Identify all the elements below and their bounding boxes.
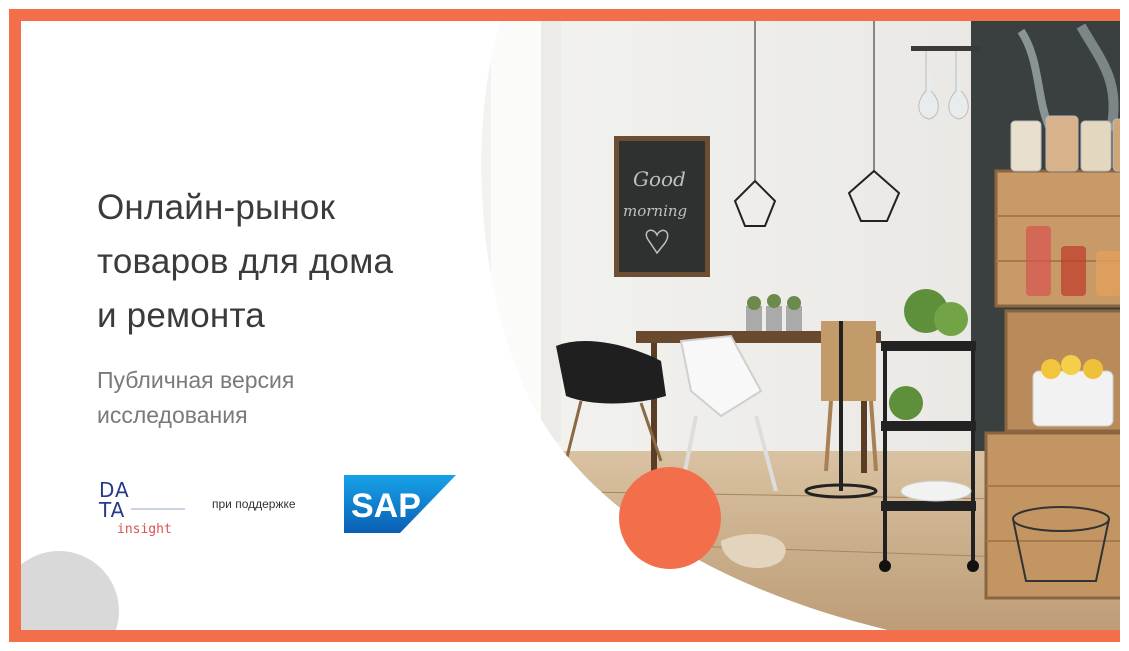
subtitle-line: Публичная версия: [97, 367, 295, 393]
title-slide: Good morning Онлайн-рынок товаров для до…: [9, 9, 1120, 642]
svg-text:Good: Good: [633, 167, 686, 191]
title-line: и ремонта: [97, 296, 265, 335]
sap-logo: SAP ®: [344, 475, 456, 533]
logo-row: DA TA insight при поддержке SAP ®: [97, 467, 497, 547]
svg-text:SAP: SAP: [351, 487, 421, 525]
data-insight-logo: DA TA insight: [98, 478, 185, 537]
orange-accent-circle: [619, 467, 721, 569]
title-line: Онлайн-рынок: [97, 188, 336, 227]
title-line: товаров для дома: [97, 242, 394, 281]
svg-text:TA: TA: [98, 498, 125, 522]
subtitle-line: исследования: [97, 402, 248, 428]
slide-title: Онлайн-рынок товаров для дома и ремонта: [97, 181, 517, 343]
sponsor-label: при поддержке: [212, 497, 296, 511]
slide-subtitle: Публичная версия исследования: [97, 363, 517, 433]
svg-text:insight: insight: [117, 522, 172, 537]
svg-text:®: ®: [408, 522, 414, 531]
svg-text:morning: morning: [623, 202, 687, 220]
